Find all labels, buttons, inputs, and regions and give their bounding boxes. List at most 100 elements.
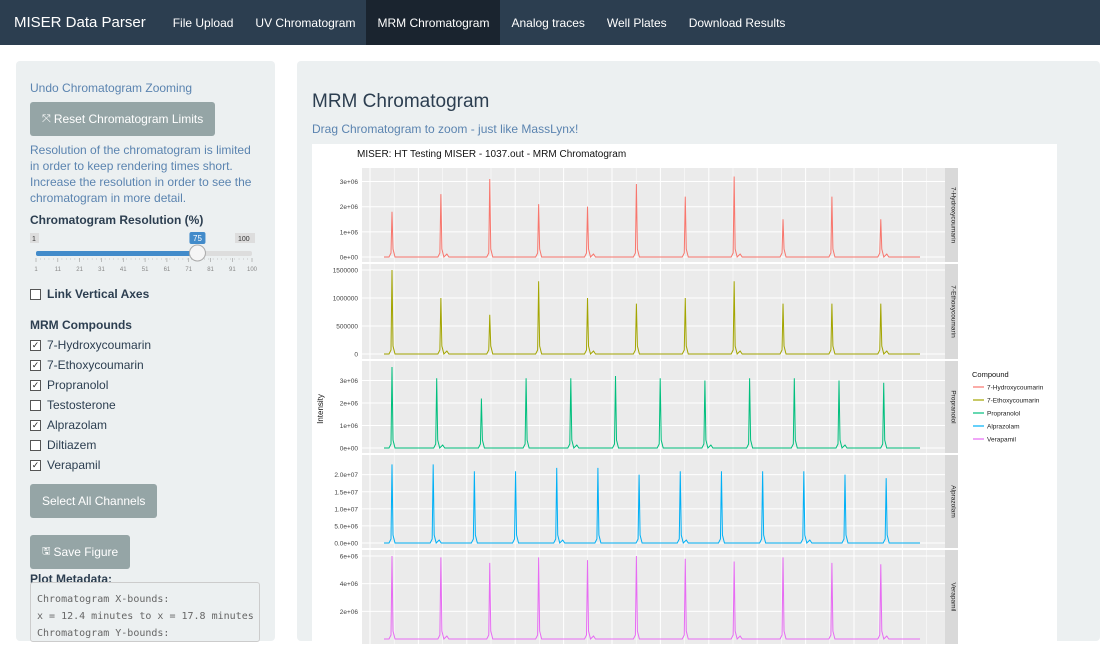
legend-entry: 7-Hydroxycoumarin	[987, 385, 1044, 392]
save-figure-button[interactable]: 🖫 Save Figure	[30, 535, 131, 569]
y-tick-label: 500000	[336, 324, 358, 331]
panel-background	[362, 361, 945, 453]
compound-checkbox[interactable]: Testosterone	[30, 395, 261, 415]
slider-tick-label: 91	[229, 267, 236, 273]
y-tick-label: 1e+06	[340, 229, 359, 236]
floppy-disk-icon: 🖫	[42, 545, 51, 557]
facet-strip-label: Alprazolam	[950, 485, 957, 518]
legend-title: Compound	[972, 370, 1009, 379]
page-title: MRM Chromatogram	[312, 91, 490, 112]
reset-limits-label: Reset Chromatogram Limits	[53, 112, 204, 126]
checked-box-icon: ✓	[30, 459, 41, 471]
panel-background	[362, 168, 945, 262]
compound-label: Alprazolam	[47, 418, 108, 432]
plot-metadata-box[interactable]: Chromatogram X-bounds: x = 12.4 minutes t…	[30, 582, 260, 642]
slider-max-label: 100	[238, 236, 250, 243]
zoom-hint: Drag Chromatogram to zoom - just like Ma…	[312, 122, 579, 136]
compound-checkbox[interactable]: ✓ 7-Hydroxycoumarin	[30, 335, 261, 355]
unchecked-box-icon	[30, 439, 41, 451]
compound-checkbox[interactable]: ✓ Verapamil	[30, 455, 261, 475]
y-tick-label: 0e+00	[340, 446, 359, 453]
select-all-channels-button[interactable]: Select All Channels	[30, 484, 158, 518]
y-tick-label: 2.0e+07	[334, 472, 358, 479]
y-tick-label: 2e+06	[340, 204, 359, 211]
nav-tab[interactable]: File Upload	[162, 0, 245, 45]
nav-tab[interactable]: Well Plates	[596, 0, 678, 45]
chromatogram-plot[interactable]: MISER: HT Testing MISER - 1037.out - MRM…	[312, 144, 1057, 644]
slider-handle[interactable]	[188, 244, 206, 262]
compound-label: Verapamil	[47, 458, 101, 472]
facet-strip-label: Propranolol	[950, 390, 957, 424]
compound-checkbox[interactable]: ✓ Alprazolam	[30, 415, 261, 435]
y-tick-label: 5.0e+06	[334, 523, 358, 530]
sidebar-panel: Undo Chromatogram Zooming ⤧ Reset Chroma…	[16, 61, 275, 641]
save-figure-label: Save Figure	[53, 545, 119, 559]
slider-tick-label: 1	[34, 267, 38, 273]
metadata-line: x = 12.4 minutes to x = 17.8 minutes	[37, 611, 254, 622]
compound-label: Propranolol	[47, 378, 109, 392]
slider-graphic: 1 100751 11 21 31 41 51 61 71 81 91 100	[30, 232, 258, 273]
y-tick-label: 2e+06	[340, 401, 359, 408]
slider-tick-label: 31	[98, 267, 105, 273]
y-tick-label: 1.0e+07	[334, 506, 358, 513]
compound-checkbox[interactable]: ✓ Propranolol	[30, 375, 261, 395]
slider-min-label: 1	[32, 236, 36, 243]
nav-tab[interactable]: MRM Chromatogram	[366, 0, 501, 45]
nav-tab[interactable]: Analog traces	[500, 0, 595, 45]
chart-title: MISER: HT Testing MISER - 1037.out - MRM…	[357, 149, 626, 160]
chromatogram-svg[interactable]: MISER: HT Testing MISER - 1037.out - MRM…	[312, 144, 1057, 644]
resolution-help-text: Resolution of the chromatogram is limite…	[30, 143, 252, 205]
legend-entry: Propranolol	[987, 411, 1021, 418]
panel-background	[362, 550, 945, 644]
series-panel: 0e+00 1e+06 2e+06 3e+06 Propranolol	[340, 361, 958, 453]
compound-checkbox[interactable]: Diltiazem	[30, 435, 261, 455]
series-panel: 2e+06 4e+06 6e+06 Verapamil	[340, 550, 958, 644]
panel-background	[362, 264, 945, 359]
compound-label: 7-Hydroxycoumarin	[47, 338, 152, 352]
checked-box-icon: ✓	[30, 359, 41, 371]
slider-value-label: 75	[193, 234, 202, 243]
chart-legend: Compound 7-Hydroxycoumarin 7-Ethoxycoumari…	[972, 370, 1044, 444]
nav-tabs: File Upload UV Chromatogram MRM Chromatogr…	[162, 0, 797, 45]
panel-background	[362, 455, 945, 548]
resolution-label: Chromatogram Resolution (%)	[30, 213, 204, 227]
checked-box-icon: ✓	[30, 379, 41, 391]
app-brand[interactable]: MISER Data Parser	[0, 0, 162, 45]
y-tick-label: 1500000	[333, 268, 359, 275]
link-axes-checkbox[interactable]: Link Vertical Axes	[30, 284, 261, 304]
y-tick-label: 3e+06	[340, 179, 359, 186]
y-tick-label: 0e+00	[340, 255, 359, 262]
slider-tick-label: 41	[120, 267, 127, 273]
y-tick-label: 0.0e+00	[334, 541, 358, 548]
facet-strip-label: Verapamil	[950, 583, 957, 612]
compound-checklist: ✓ 7-Hydroxycoumarin ✓ 7-Ethoxycoumarin ✓ Prop…	[30, 335, 261, 475]
reset-limits-button[interactable]: ⤧ Reset Chromatogram Limits	[30, 102, 216, 136]
series-panel: 0 500000 1000000 1500000 7-Ethoxycoumarin	[333, 264, 958, 359]
expand-icon: ⤧	[42, 112, 51, 125]
slider-tick-label: 51	[142, 267, 149, 273]
slider-tick-label: 21	[76, 267, 83, 273]
y-tick-label: 2e+06	[340, 609, 359, 616]
resolution-slider[interactable]: 1 100 75 1 11 21 31 41 51 61 71 81 91 100	[30, 231, 261, 279]
metadata-line: Chromatogram X-bounds:	[37, 594, 170, 605]
slider-tick-label: 81	[207, 267, 214, 273]
legend-entry: Alprazolam	[987, 424, 1020, 431]
compounds-label: MRM Compounds	[30, 318, 132, 332]
top-navbar: MISER Data Parser File Upload UV Chromato…	[0, 0, 1100, 45]
legend-entry: Verapamil	[987, 437, 1016, 444]
series-panel: 0e+00 1e+06 2e+06 3e+06 7-Hydroxycoumarin	[340, 168, 958, 262]
compound-label: Testosterone	[47, 398, 116, 412]
nav-tab[interactable]: Download Results	[678, 0, 797, 45]
y-tick-label: 1.5e+07	[334, 489, 358, 496]
y-tick-label: 0	[354, 352, 358, 359]
slider-tick-label: 71	[185, 267, 192, 273]
y-tick-label: 1e+06	[340, 423, 359, 430]
y-tick-label: 3e+06	[340, 378, 359, 385]
undo-zoom-link[interactable]: Undo Chromatogram Zooming	[30, 81, 261, 95]
unchecked-box-icon	[30, 399, 41, 411]
y-tick-label: 4e+06	[340, 581, 359, 588]
compound-checkbox[interactable]: ✓ 7-Ethoxycoumarin	[30, 355, 261, 375]
link-axes-box	[30, 288, 41, 300]
nav-tab[interactable]: UV Chromatogram	[244, 0, 366, 45]
facet-strip-label: 7-Hydroxycoumarin	[950, 187, 957, 244]
